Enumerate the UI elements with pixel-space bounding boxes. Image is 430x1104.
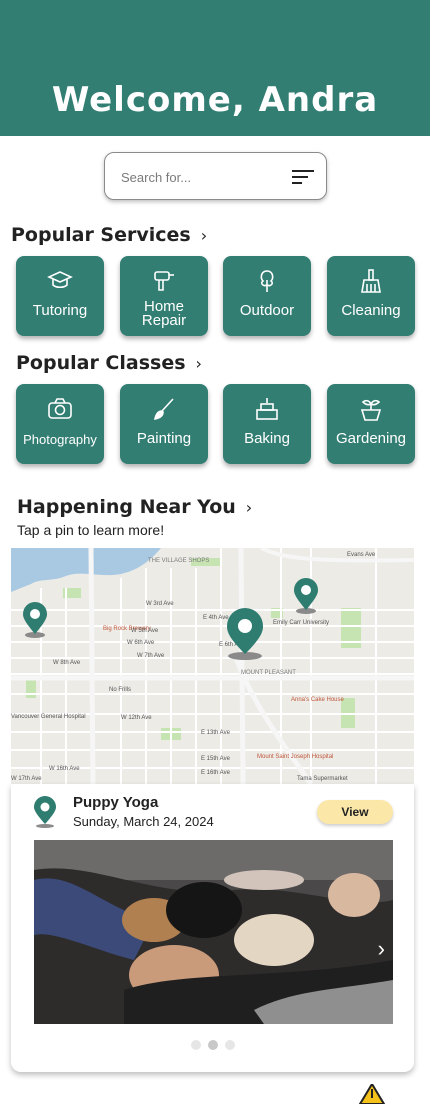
broom-icon: [361, 269, 381, 293]
svg-text:Tama Supermarket: Tama Supermarket: [297, 776, 348, 782]
svg-text:E 13th Ave: E 13th Ave: [201, 730, 231, 736]
search-bar[interactable]: [104, 152, 327, 200]
near-you-heading[interactable]: Happening Near You ›: [17, 496, 252, 518]
services-grid: Tutoring Home Repair Outdoor Cleaning: [16, 256, 416, 336]
svg-text:W 12th Ave: W 12th Ave: [121, 715, 152, 721]
svg-text:Vancouver General Hospital: Vancouver General Hospital: [11, 714, 86, 720]
event-photo: [34, 840, 393, 1024]
tree-icon: [260, 270, 274, 292]
near-you-title: Happening Near You: [17, 496, 236, 518]
svg-text:W 5th Ave: W 5th Ave: [131, 628, 159, 634]
carousel-dot-active[interactable]: [207, 1040, 218, 1050]
event-title: Puppy Yoga: [73, 794, 159, 811]
tile-label: Cleaning: [341, 302, 401, 319]
near-you-subtitle: Tap a pin to learn more!: [17, 522, 165, 538]
carousel-dot[interactable]: [224, 1040, 235, 1050]
sprout-icon: [360, 399, 382, 421]
header-banner: Welcome, Andra: [0, 0, 430, 136]
svg-text:E 4th Ave: E 4th Ave: [203, 615, 229, 621]
filter-lines-icon[interactable]: [291, 167, 315, 187]
event-photo-carousel[interactable]: ›: [34, 840, 393, 1024]
view-button[interactable]: View: [317, 800, 393, 824]
svg-text:No Frills: No Frills: [109, 687, 131, 693]
classes-grid: Photography Painting Baking Gardening: [16, 384, 416, 464]
event-card[interactable]: Puppy Yoga Sunday, March 24, 2024 View ›: [11, 784, 414, 1072]
svg-text:Evans Ave: Evans Ave: [347, 552, 376, 558]
tile-label: Baking: [244, 430, 290, 447]
map-view[interactable]: THE VILLAGE SHOPS Big Rock Brewery Emily…: [11, 548, 414, 784]
drill-icon: [154, 271, 174, 291]
service-tile-outdoor[interactable]: Outdoor: [223, 256, 311, 336]
search-input[interactable]: [121, 165, 281, 189]
tile-label: Outdoor: [239, 302, 295, 319]
carousel-dot[interactable]: [190, 1040, 201, 1050]
service-tile-cleaning[interactable]: Cleaning: [327, 256, 415, 336]
tile-label: Home Repair: [141, 298, 187, 329]
svg-text:W 6th Ave: W 6th Ave: [127, 640, 155, 646]
class-tile-baking[interactable]: Baking: [223, 384, 311, 464]
tile-label: Photography: [23, 432, 97, 447]
carousel-next-icon[interactable]: ›: [378, 936, 385, 962]
class-tile-painting[interactable]: Painting: [120, 384, 208, 464]
service-tile-home-repair[interactable]: Home Repair: [120, 256, 208, 336]
service-tile-tutoring[interactable]: Tutoring: [16, 256, 104, 336]
svg-text:THE VILLAGE SHOPS: THE VILLAGE SHOPS: [148, 558, 209, 564]
graduation-cap-icon: [47, 271, 73, 289]
svg-text:W 8th Ave: W 8th Ave: [53, 660, 81, 666]
class-tile-photography[interactable]: Photography: [16, 384, 104, 464]
event-date: Sunday, March 24, 2024: [73, 814, 214, 829]
tile-label: Painting: [136, 430, 192, 447]
svg-text:W 3rd Ave: W 3rd Ave: [146, 601, 174, 607]
caution-cone-icon[interactable]: [358, 1084, 386, 1104]
popular-services-heading[interactable]: Popular Services ›: [11, 224, 207, 246]
tile-label: Tutoring: [32, 302, 88, 319]
map-canvas: THE VILLAGE SHOPS Big Rock Brewery Emily…: [11, 548, 414, 784]
welcome-title: Welcome, Andra: [51, 80, 379, 120]
cake-icon: [256, 398, 278, 420]
paintbrush-icon: [153, 398, 174, 421]
carousel-dots: [11, 1040, 414, 1050]
popular-classes-title: Popular Classes: [16, 352, 186, 374]
tile-label: Gardening: [335, 430, 407, 447]
svg-text:Mount Saint Joseph Hospital: Mount Saint Joseph Hospital: [257, 754, 333, 760]
svg-text:E 16th Ave: E 16th Ave: [201, 770, 231, 776]
popular-services-title: Popular Services: [11, 224, 191, 246]
chevron-right-icon[interactable]: ›: [246, 498, 252, 517]
svg-text:Anna's Cake House: Anna's Cake House: [291, 697, 345, 703]
svg-text:E 15th Ave: E 15th Ave: [201, 756, 231, 762]
svg-text:W 7th Ave: W 7th Ave: [137, 653, 165, 659]
svg-text:MOUNT PLEASANT: MOUNT PLEASANT: [241, 670, 296, 676]
camera-icon: [48, 398, 72, 419]
popular-classes-heading[interactable]: Popular Classes ›: [16, 352, 202, 374]
chevron-right-icon[interactable]: ›: [201, 226, 207, 245]
svg-text:W 16th Ave: W 16th Ave: [49, 766, 80, 772]
chevron-right-icon[interactable]: ›: [196, 354, 202, 373]
svg-text:W 17th Ave: W 17th Ave: [11, 776, 42, 782]
location-pin-icon: [34, 796, 56, 828]
svg-text:Emily Carr University: Emily Carr University: [273, 620, 329, 626]
class-tile-gardening[interactable]: Gardening: [327, 384, 415, 464]
